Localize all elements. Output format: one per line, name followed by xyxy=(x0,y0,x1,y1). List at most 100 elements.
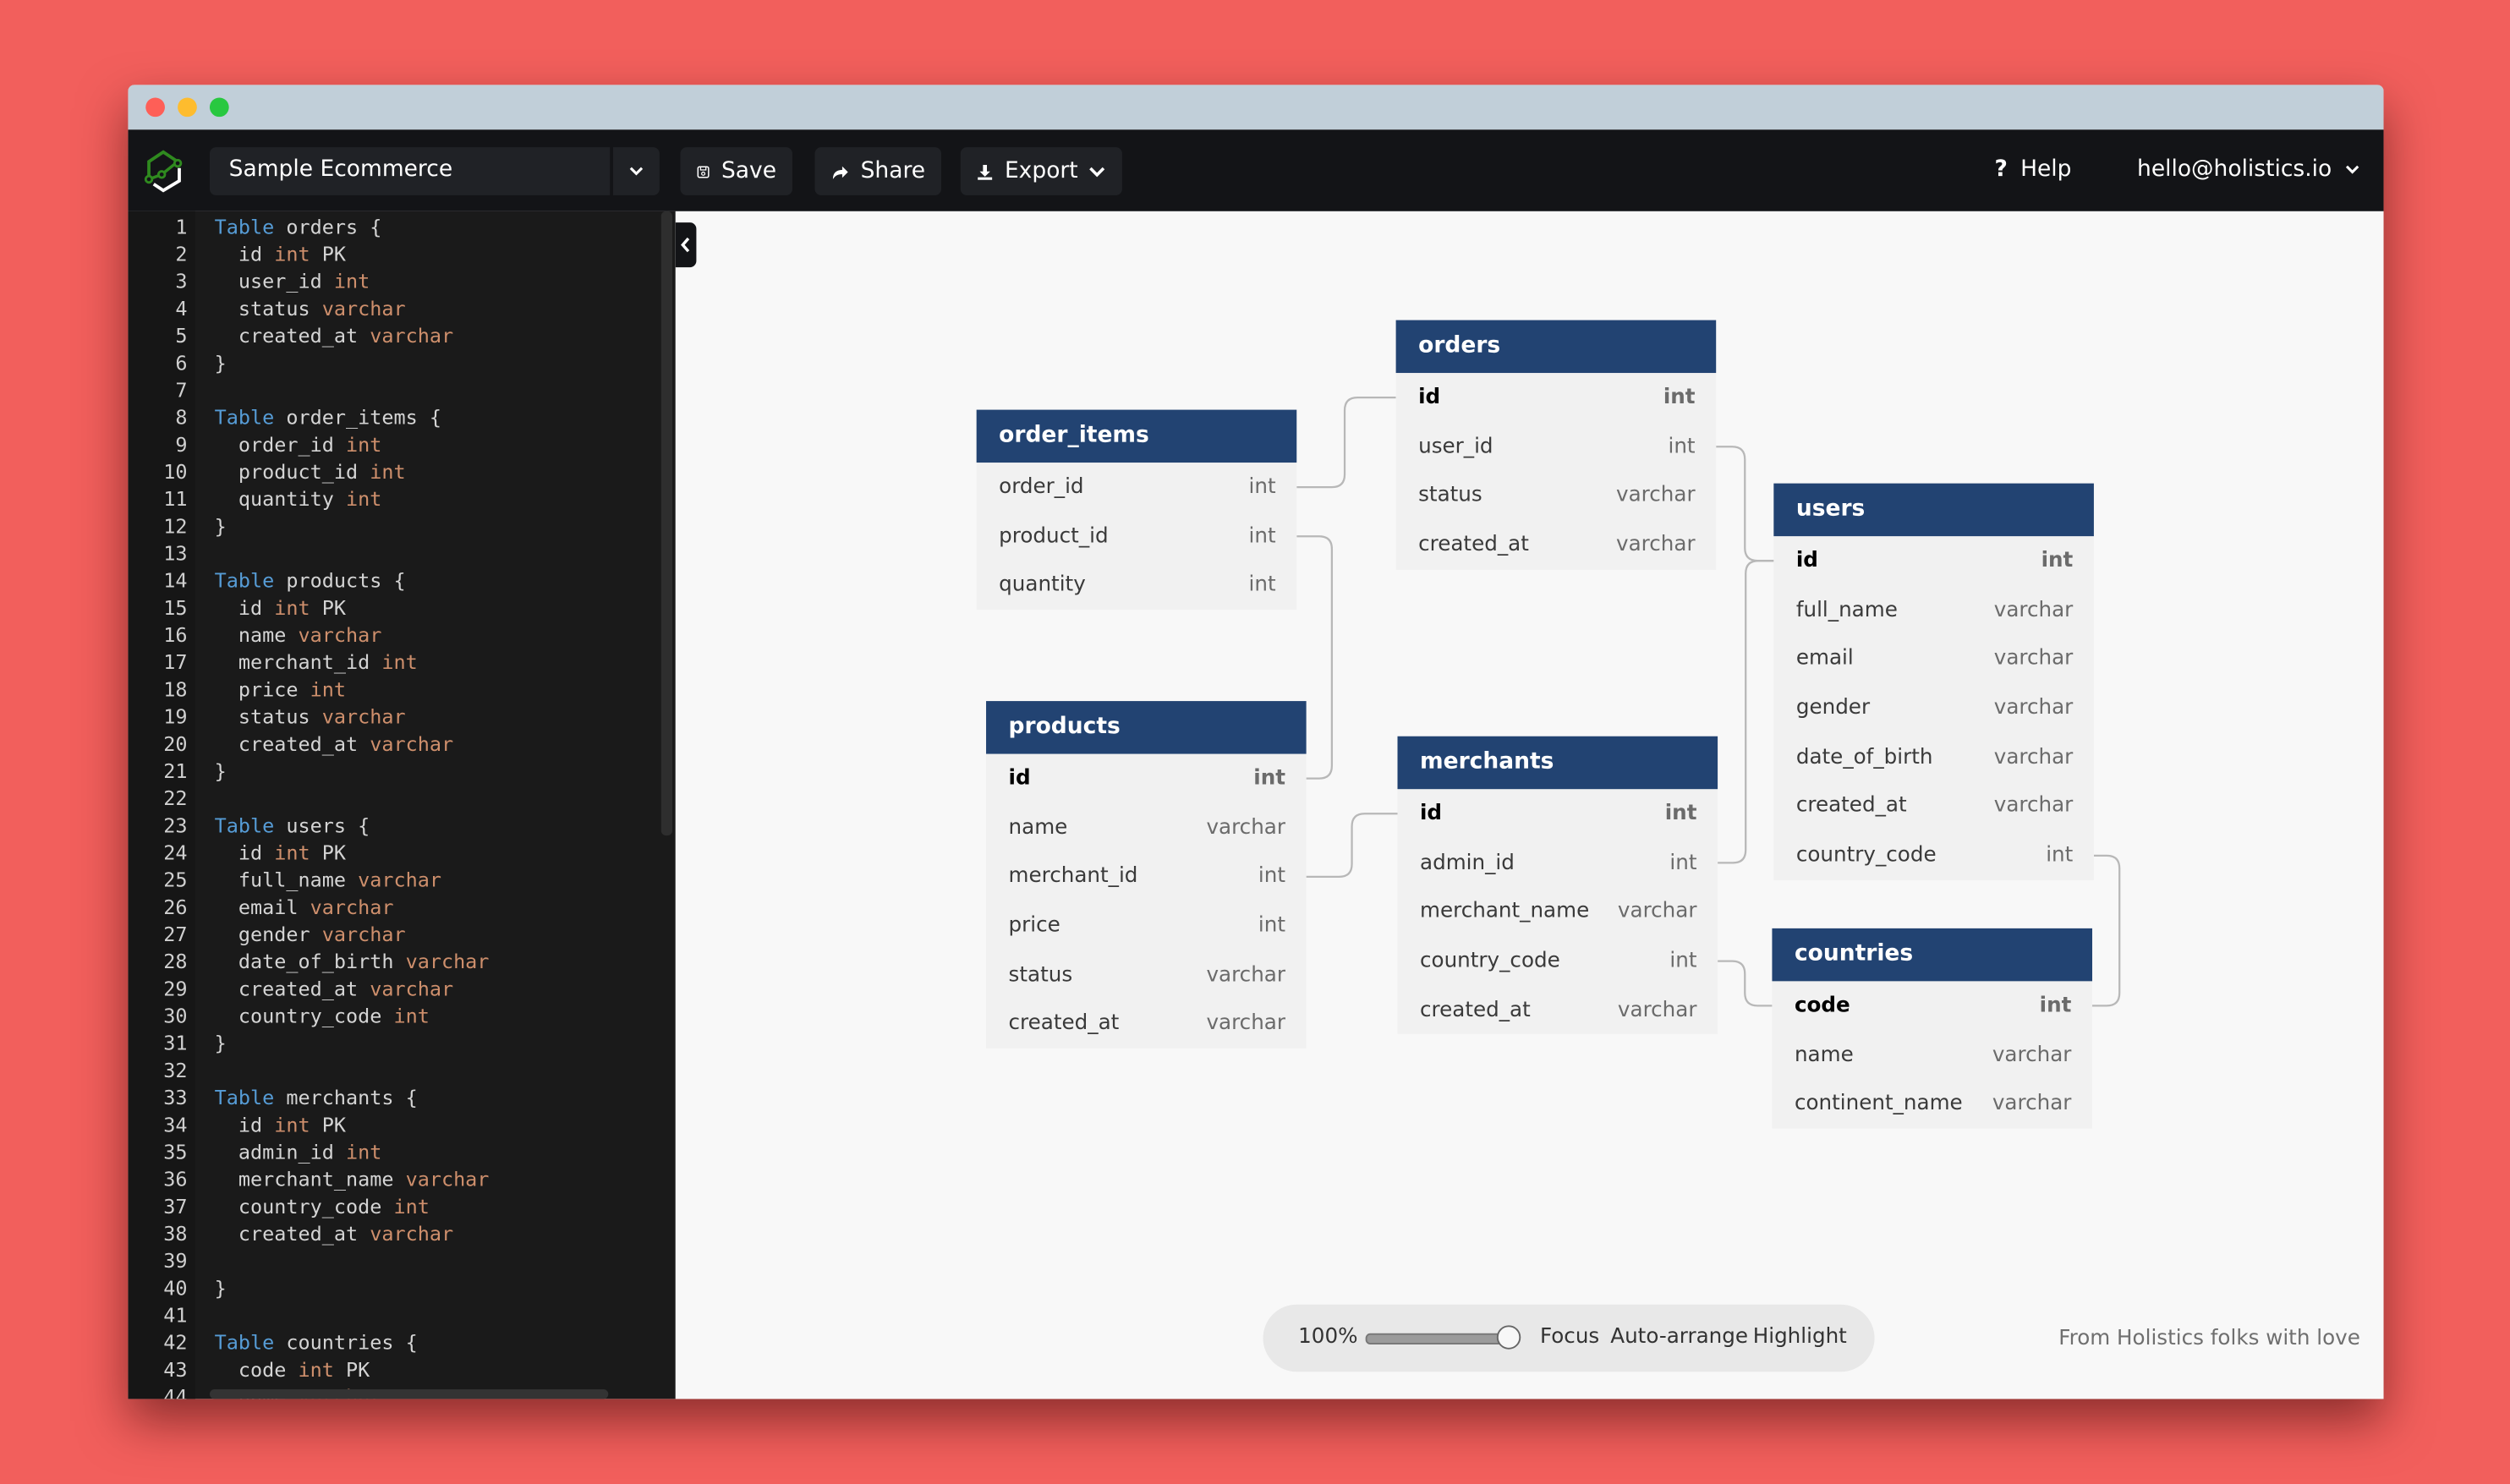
maximize-window-button[interactable] xyxy=(209,97,229,118)
user-menu[interactable]: hello@holistics.io xyxy=(2137,157,2359,183)
code-text: gender varchar xyxy=(215,920,406,947)
column-name: created_at xyxy=(1008,1011,1120,1037)
table-countries[interactable]: countries code int name varchar continent_nam… xyxy=(1772,928,2093,1129)
text-token: id xyxy=(214,241,275,266)
table-column-row[interactable]: order_id int xyxy=(977,463,1297,512)
export-button[interactable]: Export xyxy=(960,147,1122,195)
column-type: varchar xyxy=(1616,533,1696,557)
table-column-row[interactable]: created_at varchar xyxy=(1773,782,2094,831)
table-column-row[interactable]: quantity int xyxy=(977,561,1297,610)
app-window: Sample Ecommerce Save Share Export ? Hel… xyxy=(128,85,2384,1399)
table-column-row[interactable]: created_at varchar xyxy=(1398,986,1718,1035)
table-column-row[interactable]: country_code int xyxy=(1773,831,2094,880)
type-token: int xyxy=(274,1112,310,1136)
table-column-row[interactable]: admin_id int xyxy=(1398,838,1718,887)
table-header[interactable]: users xyxy=(1773,483,2094,537)
relationship-line[interactable] xyxy=(1306,813,1398,878)
table-column-row[interactable]: continent_name varchar xyxy=(1772,1080,2092,1129)
table-column-row[interactable]: id int xyxy=(1396,373,1717,422)
table-column-row[interactable]: created_at varchar xyxy=(1396,520,1717,569)
auto-arrange-button[interactable]: Auto-arrange xyxy=(1610,1325,1748,1349)
column-name: admin_id xyxy=(1420,851,1515,875)
table-orders[interactable]: orders id int user_id int status varchar create… xyxy=(1395,320,1717,570)
table-products[interactable]: products id int name varchar merchant_id int pr… xyxy=(986,701,1307,1049)
column-type: int xyxy=(1258,913,1285,939)
code-editor[interactable]: 1 Table orders {2 id int PK 3 user_id int 4… xyxy=(128,211,676,1399)
minimize-window-button[interactable] xyxy=(178,97,197,118)
table-column-row[interactable]: code int xyxy=(1772,981,2092,1030)
editor-horizontal-scrollbar[interactable] xyxy=(209,1389,609,1399)
column-type: varchar xyxy=(1206,815,1285,840)
table-header[interactable]: countries xyxy=(1772,928,2093,982)
column-type: varchar xyxy=(1992,1092,2072,1116)
user-email: hello@holistics.io xyxy=(2137,156,2332,183)
table-column-row[interactable]: status varchar xyxy=(1396,471,1717,520)
table-column-row[interactable]: created_at varchar xyxy=(986,999,1307,1049)
text-token: created_at xyxy=(214,1221,370,1246)
table-header[interactable]: products xyxy=(986,701,1307,754)
type-token: varchar xyxy=(370,731,454,756)
relationship-line[interactable] xyxy=(2092,854,2121,1007)
relationship-line[interactable] xyxy=(1296,396,1396,489)
code-text: created_at varchar xyxy=(215,1219,453,1246)
save-button[interactable]: Save xyxy=(680,147,792,195)
project-dropdown-button[interactable] xyxy=(612,147,660,195)
table-column-row[interactable]: user_id int xyxy=(1396,422,1717,471)
table-column-row[interactable]: name varchar xyxy=(986,803,1307,852)
table-column-row[interactable]: name varchar xyxy=(1772,1030,2092,1079)
table-column-row[interactable]: price int xyxy=(986,901,1307,950)
table-column-row[interactable]: email varchar xyxy=(1773,634,2094,683)
project-selector[interactable]: Sample Ecommerce xyxy=(209,147,611,195)
share-button[interactable]: Share xyxy=(814,147,942,195)
editor-vertical-scrollbar[interactable] xyxy=(660,211,673,836)
zoom-slider-handle[interactable] xyxy=(1496,1325,1521,1350)
table-users[interactable]: users id int full_name varchar email varchar ge… xyxy=(1773,483,2094,880)
text-token: name xyxy=(214,622,299,647)
highlight-button[interactable]: Highlight xyxy=(1753,1325,1847,1349)
line-number: 13 xyxy=(163,540,188,566)
line-number: 22 xyxy=(163,786,188,810)
table-column-row[interactable]: date_of_birth varchar xyxy=(1773,732,2094,781)
table-column-row[interactable]: id int xyxy=(986,754,1307,803)
table-column-row[interactable]: merchant_id int xyxy=(986,852,1307,901)
text-token: } xyxy=(214,350,227,375)
help-button[interactable]: ? Help xyxy=(1995,157,2072,183)
line-number: 26 xyxy=(163,895,188,919)
collapse-editor-button[interactable] xyxy=(675,222,697,268)
holistics-logo-icon[interactable] xyxy=(142,149,187,194)
table-header[interactable]: merchants xyxy=(1397,736,1718,790)
line-number: 30 xyxy=(163,1003,188,1028)
table-order-items[interactable]: order_items order_id int product_id int quant… xyxy=(976,409,1297,611)
table-column-row[interactable]: gender varchar xyxy=(1773,683,2094,732)
relationship-line[interactable] xyxy=(1718,960,1773,1007)
text-token: created_at xyxy=(214,976,370,1001)
table-column-row[interactable]: full_name varchar xyxy=(1773,585,2094,634)
column-name: status xyxy=(1418,484,1482,508)
column-type: int xyxy=(1663,385,1696,410)
close-window-button[interactable] xyxy=(145,97,165,118)
diagram-canvas[interactable]: orders id int user_id int status varchar create… xyxy=(675,211,2384,1399)
table-header[interactable]: orders xyxy=(1395,320,1717,374)
column-type: int xyxy=(2041,548,2074,573)
table-column-row[interactable]: merchant_name varchar xyxy=(1398,887,1718,936)
text-token: PK xyxy=(310,840,347,865)
project-name: Sample Ecommerce xyxy=(228,156,453,183)
table-merchants[interactable]: merchants id int admin_id int merchant_name va… xyxy=(1397,736,1718,1035)
type-token: varchar xyxy=(298,622,382,647)
chevron-down-icon xyxy=(2345,165,2359,174)
table-column-row[interactable]: id int xyxy=(1398,789,1718,838)
relationship-line[interactable] xyxy=(1716,446,1774,562)
column-type: int xyxy=(1668,434,1696,459)
focus-button[interactable]: Focus xyxy=(1540,1325,1599,1349)
column-type: varchar xyxy=(1617,998,1697,1022)
table-column-row[interactable]: country_code int xyxy=(1398,936,1718,985)
zoom-slider-track[interactable] xyxy=(1365,1333,1516,1345)
line-number: 2 xyxy=(175,241,188,266)
table-column-row[interactable]: status varchar xyxy=(986,950,1307,999)
relationship-line[interactable] xyxy=(1718,560,1774,864)
code-text: id int PK xyxy=(215,1111,346,1138)
line-number: 20 xyxy=(163,731,188,756)
table-column-row[interactable]: product_id int xyxy=(977,512,1297,561)
table-column-row[interactable]: id int xyxy=(1773,536,2094,585)
table-header[interactable]: order_items xyxy=(976,409,1297,463)
